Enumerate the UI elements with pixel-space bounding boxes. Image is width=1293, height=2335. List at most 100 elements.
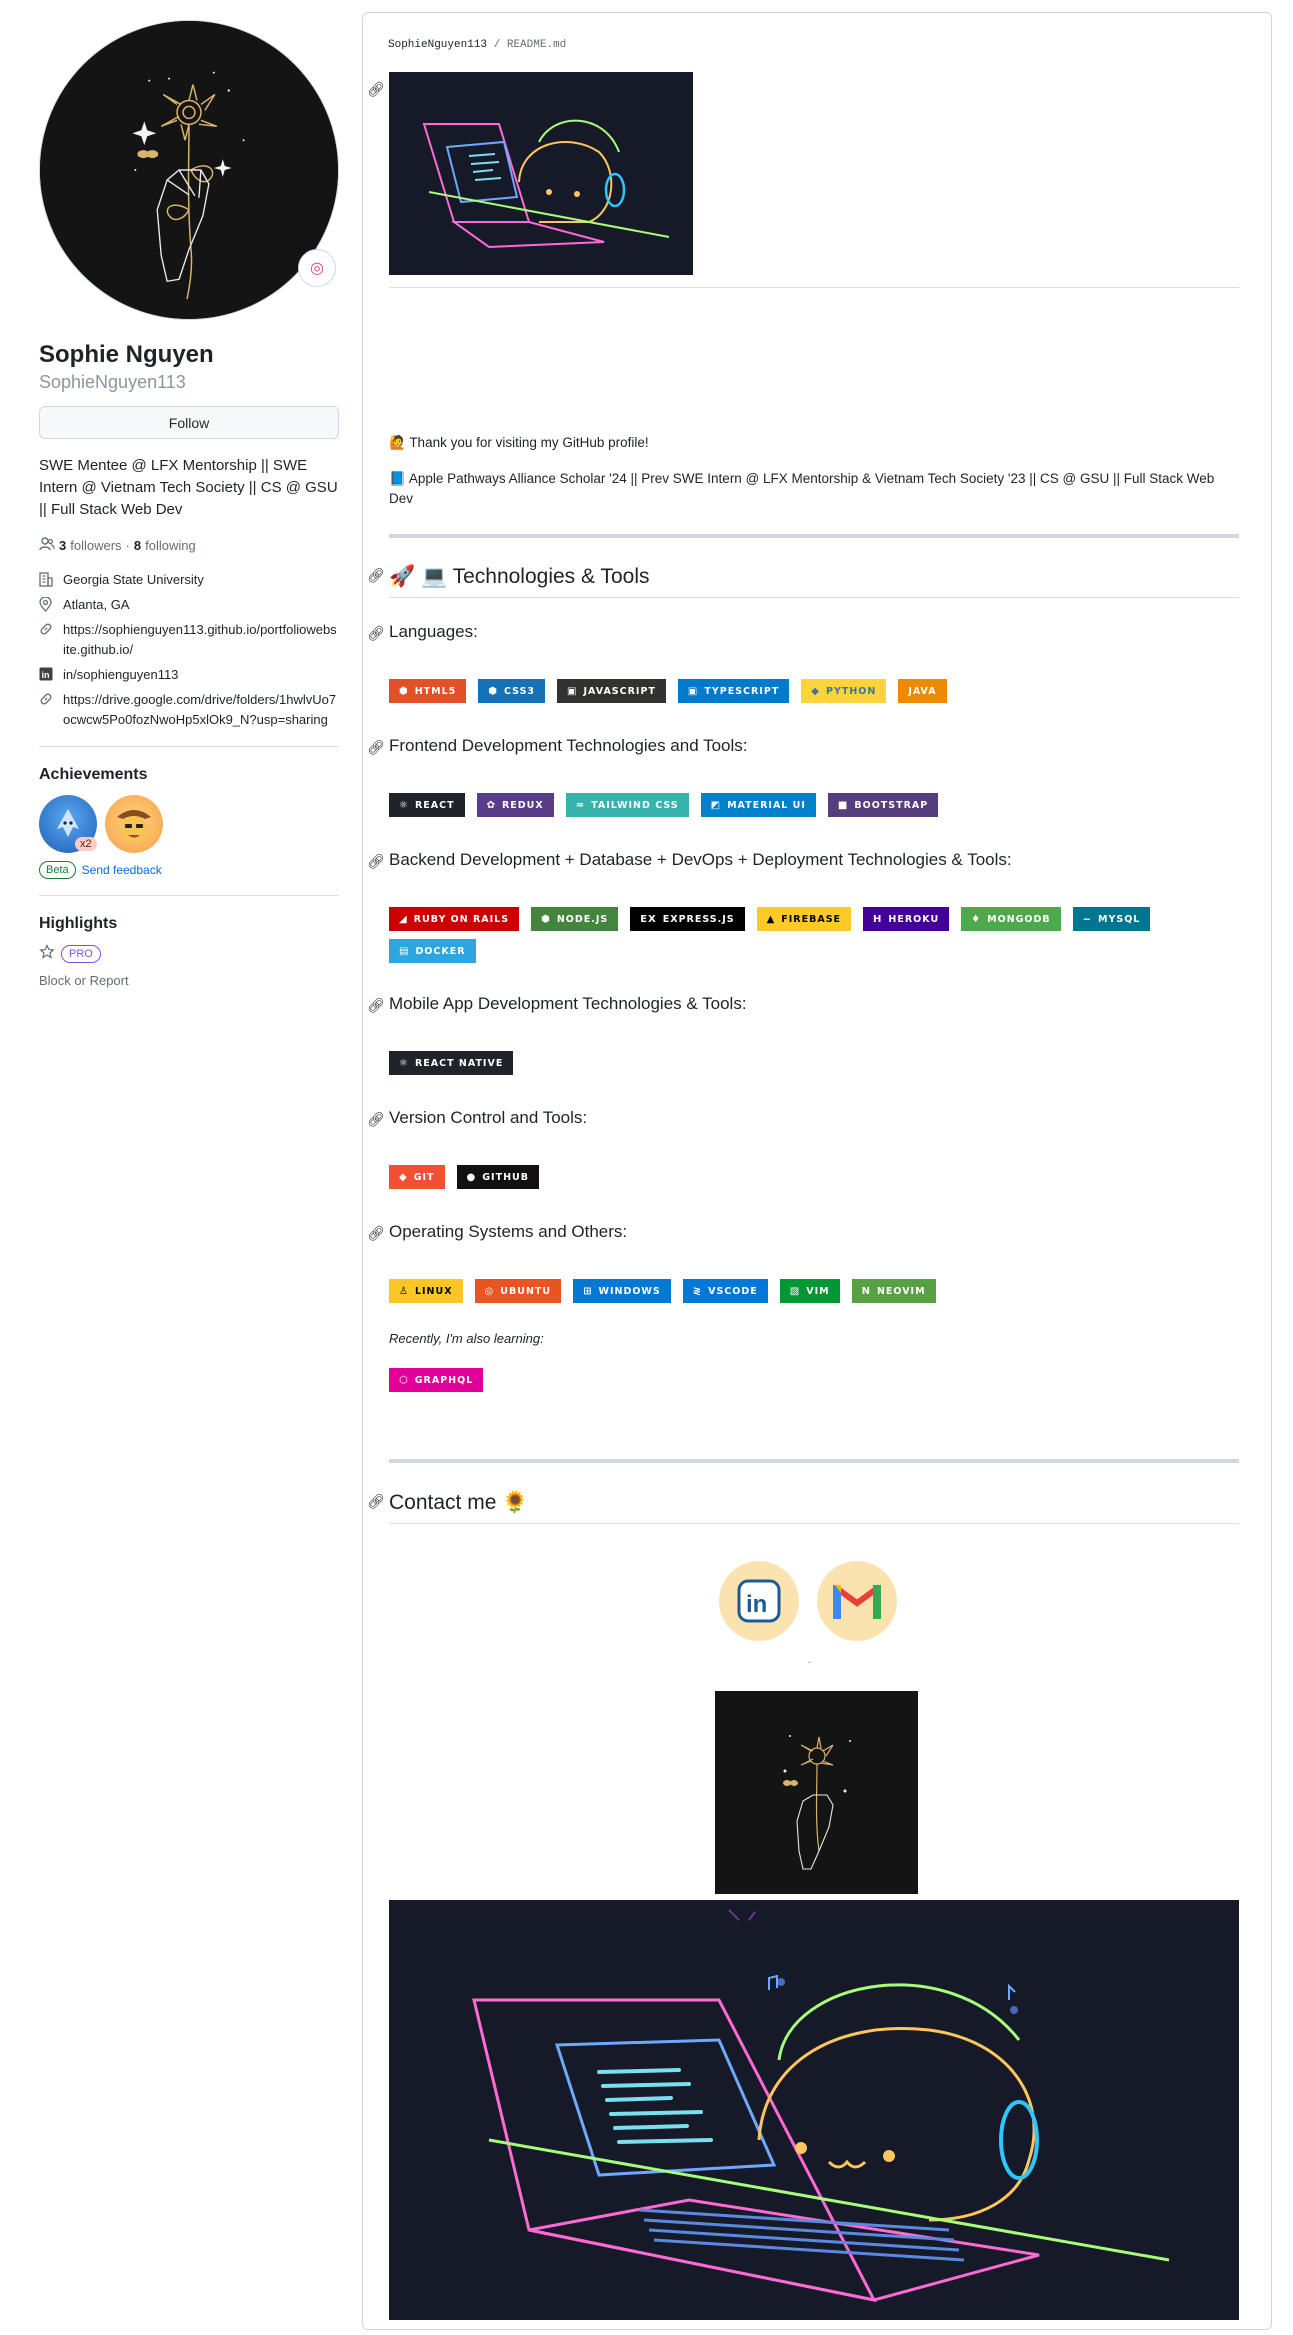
sunflower-image bbox=[715, 1691, 918, 1894]
badge-label: VSCODE bbox=[708, 1285, 758, 1297]
anchor-link-icon[interactable]: 🔗︎ bbox=[367, 853, 385, 870]
anchor-link-icon[interactable]: 🔗︎ bbox=[367, 997, 385, 1014]
vscode-badge: ≷ VSCODE bbox=[682, 1279, 768, 1303]
detail-drive-link[interactable]: https://drive.google.com/drive/folders/1… bbox=[39, 690, 339, 730]
vscode-icon: ≷ bbox=[692, 1285, 703, 1297]
badge-label: HEROKU bbox=[888, 913, 940, 925]
coding-cat-banner-large bbox=[389, 1900, 1239, 2320]
redux-icon: ✿ bbox=[486, 799, 496, 811]
badge-label: PYTHON bbox=[826, 685, 877, 697]
divider bbox=[389, 597, 1239, 598]
badge-label: REACT NATIVE bbox=[414, 1057, 504, 1069]
yolo-achievement-icon[interactable] bbox=[105, 795, 163, 853]
github-badge: ● GITHUB bbox=[456, 1165, 539, 1189]
anchor-link-icon[interactable]: 🔗︎ bbox=[367, 625, 385, 642]
linux-badge: ♙ LINUX bbox=[389, 1279, 463, 1303]
git-badge: ◆ GIT bbox=[389, 1165, 445, 1189]
badge-label: TAILWIND CSS bbox=[591, 799, 679, 811]
react-native-badge: ⚛ REACT NATIVE bbox=[389, 1051, 514, 1075]
anchor-link-icon[interactable]: 🔗︎ bbox=[367, 739, 385, 756]
beta-badge: Beta bbox=[39, 861, 76, 879]
linkedin-contact-icon[interactable]: in bbox=[719, 1561, 799, 1641]
divider bbox=[389, 534, 1239, 538]
mobile-badges: ⚛ REACT NATIVE bbox=[389, 1051, 1239, 1075]
detail-linkedin[interactable]: in in/sophienguyen113 bbox=[39, 665, 339, 685]
java-badge: JAVA bbox=[898, 679, 947, 703]
status-emoji-icon[interactable]: ◎ bbox=[298, 249, 336, 287]
divider bbox=[39, 895, 339, 896]
readme-owner-link[interactable]: SophieNguyen113 bbox=[388, 39, 487, 51]
python-badge: ◆ PYTHON bbox=[801, 679, 887, 703]
following-link[interactable]: following bbox=[145, 538, 196, 553]
readme-container: SophieNguyen113 / README.md 🔗︎ 🙋 Thank y… bbox=[362, 12, 1272, 2330]
badge-label: NEOVIM bbox=[876, 1285, 926, 1297]
anchor-link-icon[interactable]: 🔗︎ bbox=[367, 567, 385, 584]
send-feedback-link[interactable]: Send feedback bbox=[82, 863, 162, 877]
express-icon: ex bbox=[640, 913, 657, 925]
stats-separator: · bbox=[125, 538, 130, 553]
detail-website[interactable]: https://sophienguyen113.github.io/portfo… bbox=[39, 620, 339, 660]
badge-label: HTML5 bbox=[414, 685, 457, 697]
anchor-link-icon[interactable]: 🔗︎ bbox=[367, 1225, 385, 1242]
firebase-badge: ▲ FIREBASE bbox=[756, 907, 852, 931]
block-or-report-link[interactable]: Block or Report bbox=[39, 973, 339, 988]
follow-button[interactable]: Follow bbox=[39, 406, 339, 439]
bootstrap-badge: ■ BOOTSTRAP bbox=[827, 793, 939, 817]
badge-label: LINUX bbox=[414, 1285, 453, 1297]
gmail-contact-icon[interactable] bbox=[817, 1561, 897, 1641]
javascript-badge: ▣ JAVASCRIPT bbox=[557, 679, 666, 703]
vcs-badges: ◆ GIT ● GITHUB bbox=[389, 1165, 1239, 1189]
readme-bio-text: 📘 Apple Pathways Alliance Scholar '24 ||… bbox=[389, 471, 1215, 506]
neovim-badge: N NEOVIM bbox=[851, 1279, 936, 1303]
backend-heading: Backend Development + Database + DevOps … bbox=[389, 850, 1012, 869]
node-js-badge: ⬢ NODE.JS bbox=[531, 907, 619, 931]
pull-shark-achievement-icon[interactable]: x2 bbox=[39, 795, 97, 853]
badge-label: CSS3 bbox=[504, 685, 536, 697]
badge-label: TYPESCRIPT bbox=[704, 685, 780, 697]
readme-filename[interactable]: README.md bbox=[507, 39, 566, 51]
avatar-wrapper: ◎ bbox=[39, 20, 339, 320]
badge-label: MATERIAL UI bbox=[727, 799, 806, 811]
coding-cat-illustration bbox=[389, 1900, 1239, 2320]
followers-count[interactable]: 3 bbox=[59, 538, 66, 553]
badge-label: MYSQL bbox=[1098, 913, 1141, 925]
badge-label: FIREBASE bbox=[781, 913, 842, 925]
detail-organization: Georgia State University bbox=[39, 570, 339, 590]
technologies-heading: 🚀 💻 Technologies & Tools bbox=[389, 565, 650, 588]
contact-heading: Contact me 🌻 bbox=[389, 1491, 529, 1514]
badge-label: RUBY ON RAILS bbox=[413, 913, 510, 925]
anchor-link-icon[interactable]: 🔗︎ bbox=[367, 81, 385, 98]
material-ui-badge: ◩ MATERIAL UI bbox=[700, 793, 816, 817]
badge-label: REACT bbox=[414, 799, 455, 811]
rails-icon: ◢ bbox=[399, 913, 408, 925]
backend-badges: ◢ RUBY ON RAILS ⬢ NODE.JS ex EXPRESS.JS ▲ FIREB… bbox=[389, 907, 1239, 963]
badge-label: JAVASCRIPT bbox=[583, 685, 656, 697]
link-icon bbox=[39, 620, 55, 660]
mongodb-icon: ♦ bbox=[971, 913, 982, 925]
tiny-mark bbox=[808, 1662, 811, 1663]
avatar[interactable] bbox=[39, 20, 339, 320]
divider bbox=[389, 1459, 1239, 1463]
location-icon bbox=[39, 595, 55, 615]
badge-label: GIT bbox=[413, 1171, 435, 1183]
anchor-link-icon[interactable]: 🔗︎ bbox=[367, 1111, 385, 1128]
badge-label: JAVA bbox=[908, 685, 937, 697]
docker-badge: ▤ DOCKER bbox=[389, 939, 476, 963]
windows-badge: ⊞ WINDOWS bbox=[573, 1279, 671, 1303]
followers-link[interactable]: followers bbox=[70, 538, 121, 553]
docker-icon: ▤ bbox=[399, 945, 410, 957]
languages-heading: Languages: bbox=[389, 622, 478, 641]
ubuntu-icon: ◎ bbox=[484, 1285, 495, 1297]
os-badges: ♙ LINUX ◎ UBUNTU ⊞ WINDOWS ≷ VSCODE ▧ VIM N NEOVIM bbox=[389, 1279, 1239, 1303]
anchor-link-icon[interactable]: 🔗︎ bbox=[367, 1493, 385, 1510]
pro-badge: PRO bbox=[61, 944, 101, 963]
following-count[interactable]: 8 bbox=[134, 538, 141, 553]
github-icon: ● bbox=[466, 1171, 477, 1183]
profile-name: Sophie Nguyen bbox=[39, 341, 214, 368]
typescript-icon: ▣ bbox=[687, 685, 699, 697]
ubuntu-badge: ◎ UBUNTU bbox=[474, 1279, 562, 1303]
tailwind-css-badge: ≈ TAILWIND CSS bbox=[565, 793, 689, 817]
linux-icon: ♙ bbox=[399, 1285, 409, 1297]
beta-feedback-row: Beta Send feedback bbox=[39, 861, 339, 879]
material-ui-icon: ◩ bbox=[710, 799, 722, 811]
